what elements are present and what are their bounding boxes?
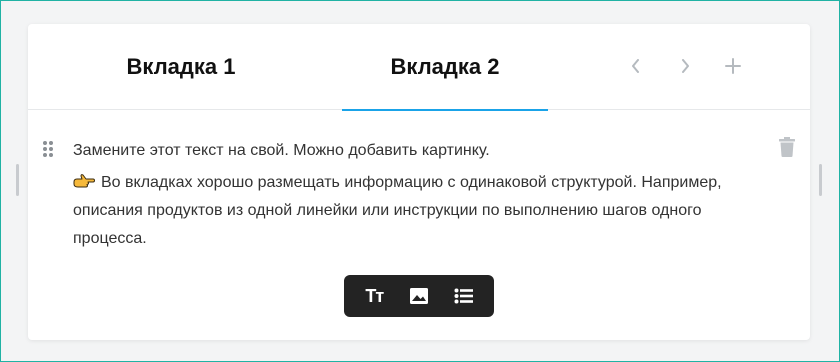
image-icon[interactable] [401,280,437,312]
chevron-left-icon[interactable] [624,54,648,78]
list-icon[interactable] [446,280,482,312]
tabs-header: Вкладка 1 Вкладка 2 [28,24,810,111]
tabs-widget: Вкладка 1 Вкладка 2 Замените этот текст … [28,24,810,340]
resize-handle-right[interactable] [819,164,822,196]
plus-icon[interactable] [721,54,745,78]
text-tool-label: Тт [365,285,384,306]
tab-1-label: Вкладка 1 [126,54,236,79]
tab-2[interactable]: Вкладка 2 [342,24,548,111]
paragraph-2: Во вкладках хорошо размещать информацию … [73,174,722,247]
text-block[interactable]: Замените этот текст на свой. Можно добав… [73,137,773,253]
resize-handle-left[interactable] [16,164,19,196]
tab-content: Замените этот текст на свой. Можно добав… [28,111,810,340]
tab-2-label: Вкладка 2 [390,54,500,79]
chevron-right-icon[interactable] [673,54,697,78]
text-tool-button[interactable]: Тт [356,280,392,312]
pointing-hand-icon [73,171,95,188]
trash-icon[interactable] [778,137,798,159]
insert-toolbar: Тт [344,275,494,317]
drag-handle-icon[interactable] [42,140,54,158]
paragraph-2-wrap: Во вкладках хорошо размещать информацию … [73,169,773,253]
tab-1[interactable]: Вкладка 1 [76,24,286,110]
paragraph-1: Замените этот текст на свой. Можно добав… [73,142,490,159]
